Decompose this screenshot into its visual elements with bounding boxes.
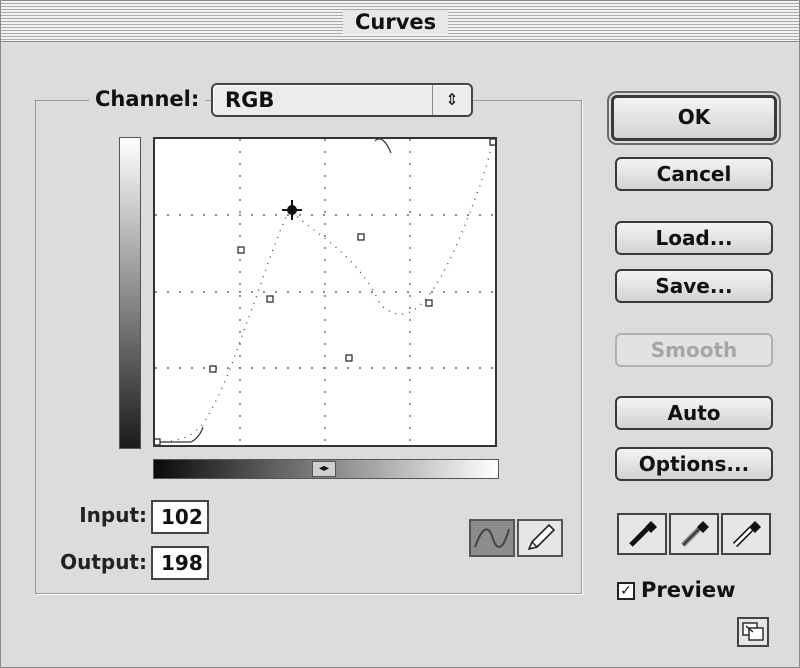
curve-tool-button[interactable] (469, 519, 515, 557)
curve-segment-bottom (157, 426, 204, 443)
output-gradient-bar (119, 137, 141, 449)
input-field[interactable]: 102 (151, 500, 209, 534)
gradient-direction-toggle-icon[interactable]: ◂▸ (312, 461, 336, 477)
window-title: Curves (343, 10, 449, 34)
curve-segment-top (374, 139, 392, 154)
smooth-button[interactable]: Smooth (615, 333, 773, 367)
black-eyedropper-button[interactable] (617, 513, 667, 555)
preview-label: Preview (641, 578, 736, 602)
control-point (266, 295, 274, 303)
control-point (345, 354, 353, 362)
control-point (425, 299, 433, 307)
curve-graph[interactable] (153, 137, 497, 447)
control-point (489, 139, 495, 146)
gray-eyedropper-button[interactable] (669, 513, 719, 555)
control-point (209, 365, 217, 373)
gray-eyedropper-icon (681, 521, 709, 547)
pencil-tool-icon (527, 523, 556, 551)
control-point (237, 246, 245, 254)
crosshair-cursor-icon (282, 200, 302, 220)
pencil-tool-button[interactable] (517, 519, 563, 557)
channel-value: RGB (225, 88, 275, 112)
control-point (357, 233, 365, 241)
ok-button[interactable]: OK (611, 95, 777, 141)
input-label: Input: (79, 503, 147, 527)
input-gradient-bar: ◂▸ (153, 459, 499, 479)
channel-label: Channel: (89, 85, 206, 113)
eyedropper-group (617, 513, 771, 555)
white-eyedropper-icon (732, 521, 761, 548)
expand-dialog-icon (742, 622, 764, 641)
black-eyedropper-icon (629, 521, 657, 547)
expand-dialog-button[interactable] (737, 617, 769, 647)
load-button[interactable]: Load... (615, 221, 773, 255)
curve-tool-group (469, 519, 565, 557)
control-point (155, 438, 161, 445)
curve-graph-canvas (155, 139, 495, 445)
cancel-button[interactable]: Cancel (615, 157, 773, 191)
save-button[interactable]: Save... (615, 269, 773, 303)
curve-tool-icon (474, 528, 510, 548)
title-bar[interactable]: Curves (1, 1, 799, 42)
preview-checkbox[interactable]: ✓ (617, 582, 635, 600)
channel-select[interactable]: RGB ⇕ (211, 83, 473, 117)
curves-dialog: Curves Channel: RGB ⇕ ◂▸ Input: 102 Outp… (0, 0, 800, 668)
white-eyedropper-button[interactable] (721, 513, 771, 555)
up-down-arrows-icon: ⇕ (432, 85, 471, 115)
options-button[interactable]: Options... (615, 447, 773, 481)
auto-button[interactable]: Auto (615, 396, 773, 430)
output-field[interactable]: 198 (151, 546, 209, 580)
output-label: Output: (60, 550, 147, 574)
